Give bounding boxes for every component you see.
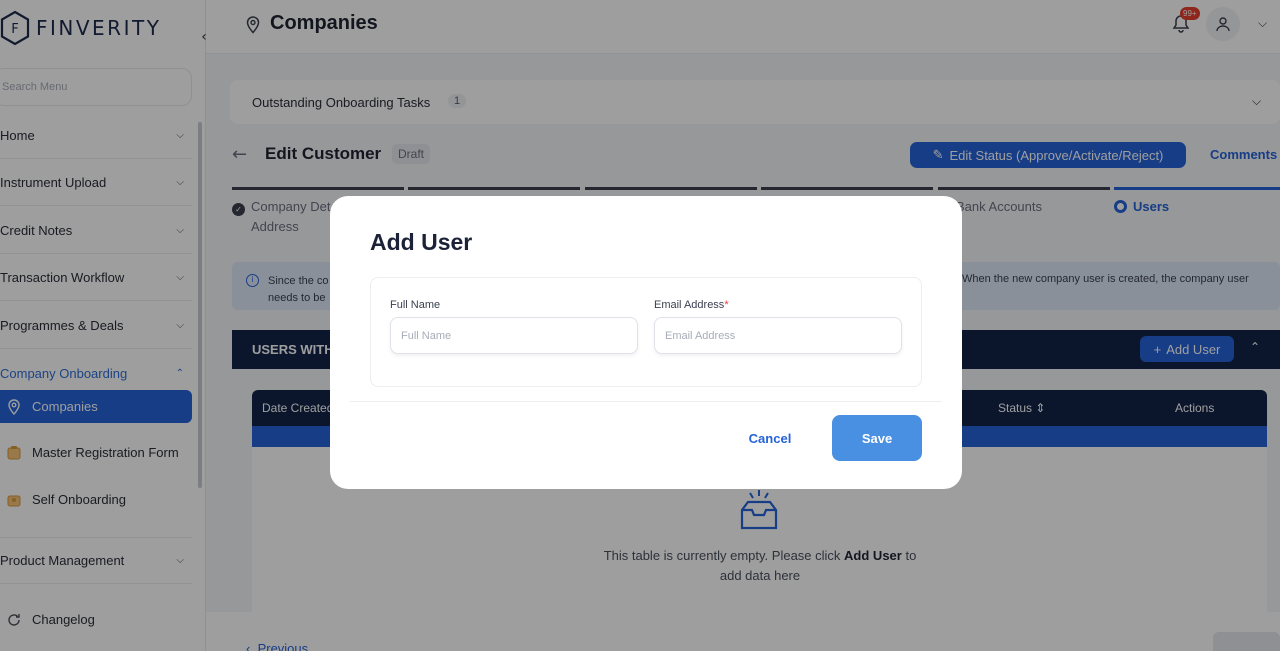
required-asterisk: *: [724, 299, 729, 311]
modal-title: Add User: [370, 229, 473, 255]
save-button[interactable]: Save: [832, 415, 922, 461]
full-name-label: Full Name: [390, 299, 441, 311]
cancel-button[interactable]: Cancel: [732, 415, 808, 461]
add-user-modal: Add User Full Name Email Address* Cancel…: [330, 196, 962, 489]
email-label: Email Address*: [654, 299, 729, 311]
email-input[interactable]: [654, 317, 902, 354]
full-name-input[interactable]: [390, 317, 638, 354]
email-label-text: Email Address: [654, 299, 725, 311]
modal-divider: [350, 401, 942, 402]
